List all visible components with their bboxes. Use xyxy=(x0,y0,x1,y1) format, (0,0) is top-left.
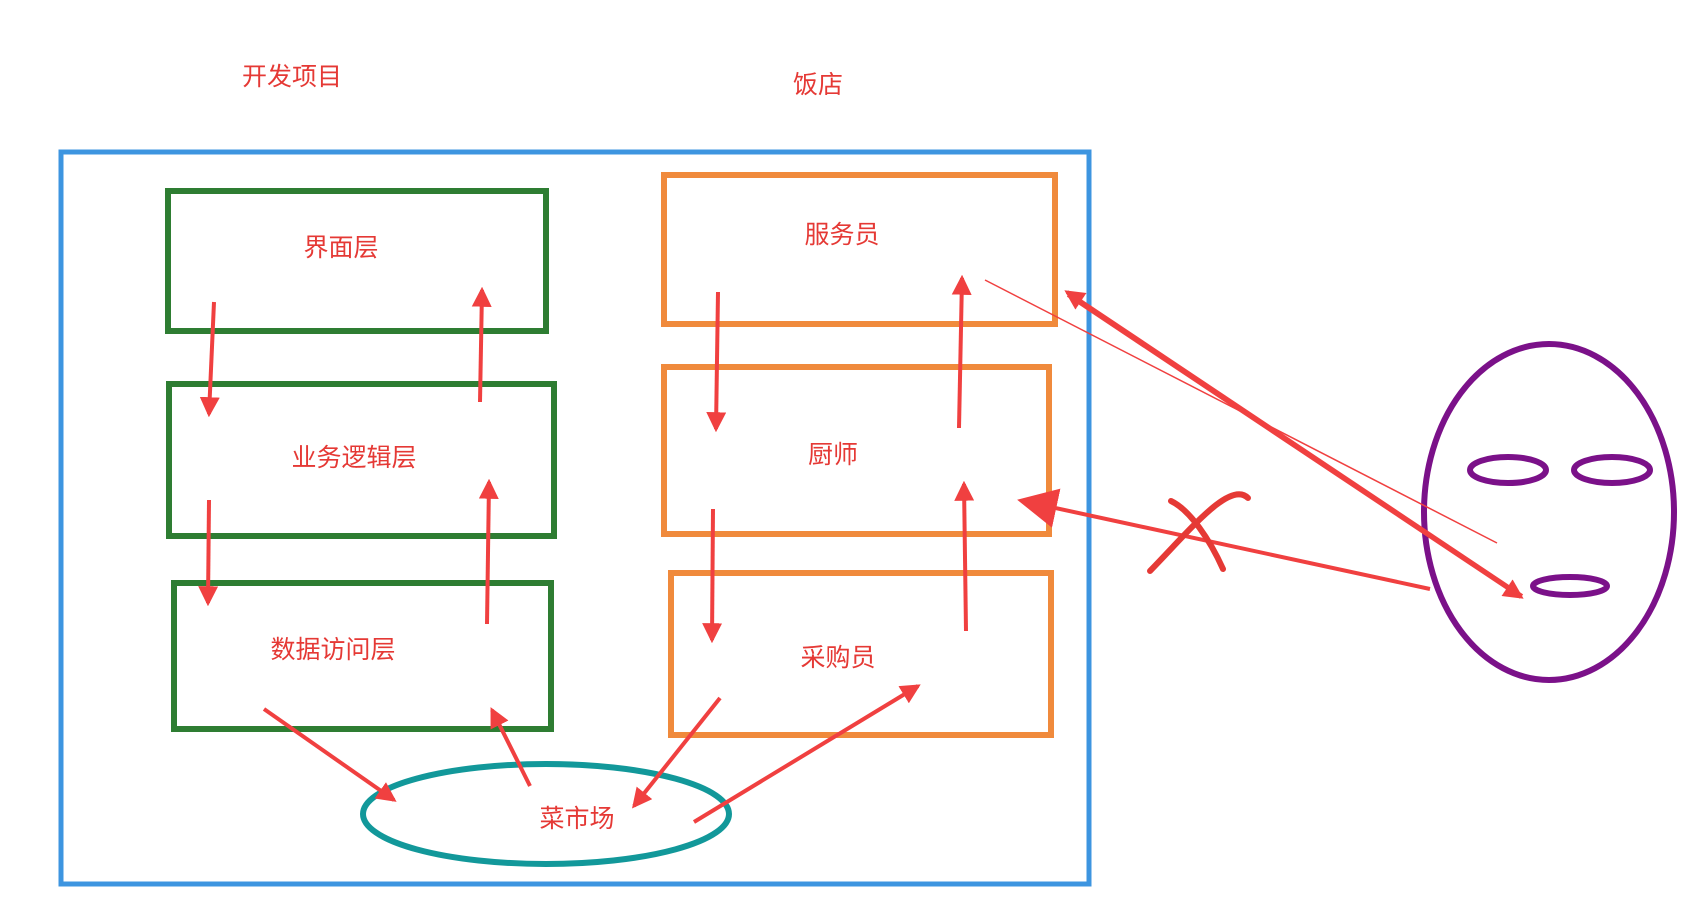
project-title: 开发项目 xyxy=(242,62,342,91)
arrow-chef-to-waiter xyxy=(951,274,972,429)
data-access-layer-label: 数据访问层 xyxy=(270,635,395,664)
arrow-buyer-to-chef xyxy=(954,480,975,632)
arrow-data-to-market xyxy=(262,707,397,802)
arrow-data-to-business xyxy=(478,478,499,625)
chef-label: 厨师 xyxy=(808,440,858,469)
business-layer-label: 业务逻辑层 xyxy=(291,443,416,472)
ui-layer-label: 界面层 xyxy=(303,233,378,262)
restaurant-role-waiter: 服务员 xyxy=(661,172,1058,327)
waiter-label: 服务员 xyxy=(804,220,879,249)
arrow-market-to-data xyxy=(490,707,532,787)
arrow-waiter-to-chef xyxy=(706,291,727,433)
project-layer-data-access: 数据访问层 xyxy=(171,580,554,732)
waiter-box xyxy=(661,172,1058,327)
project-layer-business: 业务逻辑层 xyxy=(166,381,557,539)
market: 菜市场 xyxy=(360,761,732,867)
market-label: 菜市场 xyxy=(539,804,614,833)
arrow-waiter-to-customer xyxy=(1066,293,1524,599)
arrow-ui-to-business xyxy=(199,301,220,418)
diagram-canvas: 开发项目 饭店 界面层 业务逻辑层 数据访问层 服务员 厨师 采购员 菜市场 xyxy=(0,0,1707,900)
customer-face xyxy=(1421,341,1677,683)
arrow-business-to-data xyxy=(198,499,219,607)
buyer-label: 采购员 xyxy=(800,643,875,672)
architecture-analogy-diagram: 开发项目 饭店 界面层 业务逻辑层 数据访问层 服务员 厨师 采购员 菜市场 xyxy=(58,62,1677,887)
arrow-market-to-buyer xyxy=(692,684,921,824)
arrow-chef-to-buyer xyxy=(702,508,723,644)
restaurant-role-buyer: 采购员 xyxy=(668,570,1054,738)
restaurant-title: 饭店 xyxy=(793,70,843,99)
face-right-eye xyxy=(1571,454,1653,486)
face-mouth xyxy=(1530,574,1610,598)
arrow-business-to-ui xyxy=(471,286,492,403)
arrow-customer-to-chef-forbidden xyxy=(1017,488,1431,591)
restaurant-role-chef: 厨师 xyxy=(661,364,1052,537)
project-layer-ui: 界面层 xyxy=(165,188,549,334)
customer-arrows xyxy=(984,279,1524,599)
project-arrows xyxy=(198,286,532,802)
face-outline xyxy=(1421,341,1677,683)
outer-frame xyxy=(58,149,1092,887)
face-left-eye xyxy=(1467,454,1549,486)
restaurant-arrows xyxy=(632,274,975,824)
